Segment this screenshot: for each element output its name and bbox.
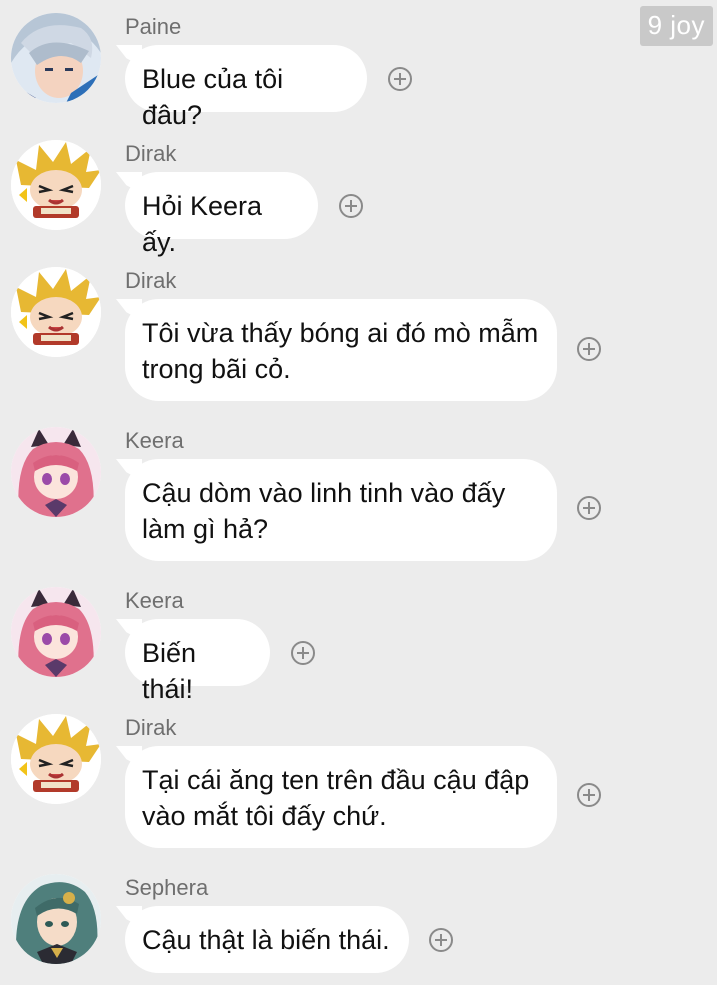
add-reaction-icon[interactable] xyxy=(388,67,412,91)
sender-name: Keera xyxy=(125,588,184,613)
sender-name: Dirak xyxy=(125,715,177,740)
watermark-badge: 9 joy xyxy=(639,6,713,46)
add-reaction-icon[interactable] xyxy=(577,783,601,807)
message-text: Hỏi Keera ấy. xyxy=(142,191,263,257)
sephera-avatar[interactable] xyxy=(11,874,101,964)
message-text: Tôi vừa thấy bóng ai đó mò mẫm trong bãi… xyxy=(142,318,539,384)
message-bubble[interactable]: Blue của tôi đâu? xyxy=(125,45,367,130)
message-text: Blue của tôi đâu? xyxy=(142,64,284,130)
message-text: Cậu dòm vào linh tinh vào đấy làm gì hả? xyxy=(142,478,506,544)
sender-name: Sephera xyxy=(125,875,209,900)
message-bubble[interactable]: Cậu dòm vào linh tinh vào đấy làm gì hả? xyxy=(125,459,557,561)
sender-name: Paine xyxy=(125,14,182,39)
sender-name: Keera xyxy=(125,428,184,453)
dirak-avatar[interactable] xyxy=(11,267,101,357)
add-reaction-icon[interactable] xyxy=(577,337,601,361)
message-bubble[interactable]: Biến thái! xyxy=(125,619,270,704)
message-bubble[interactable]: Tôi vừa thấy bóng ai đó mò mẫm trong bãi… xyxy=(125,299,557,401)
keera-avatar[interactable] xyxy=(11,427,101,517)
add-reaction-icon[interactable] xyxy=(339,194,363,218)
add-reaction-icon[interactable] xyxy=(429,928,453,952)
add-reaction-icon[interactable] xyxy=(577,496,601,520)
message-bubble[interactable]: Tại cái ăng ten trên đầu cậu đập vào mắt… xyxy=(125,746,557,848)
keera-avatar[interactable] xyxy=(11,587,101,677)
message-bubble[interactable]: Cậu thật là biến thái. xyxy=(125,906,409,973)
message-text: Tại cái ăng ten trên đầu cậu đập vào mắt… xyxy=(142,765,530,831)
dirak-avatar[interactable] xyxy=(11,140,101,230)
message-bubble[interactable]: Hỏi Keera ấy. xyxy=(125,172,318,257)
sender-name: Dirak xyxy=(125,268,177,293)
dirak-avatar[interactable] xyxy=(11,714,101,804)
message-text: Biến thái! xyxy=(142,638,197,704)
message-text: Cậu thật là biến thái. xyxy=(142,925,390,955)
paine-avatar[interactable] xyxy=(11,13,101,103)
sender-name: Dirak xyxy=(125,141,177,166)
add-reaction-icon[interactable] xyxy=(291,641,315,665)
